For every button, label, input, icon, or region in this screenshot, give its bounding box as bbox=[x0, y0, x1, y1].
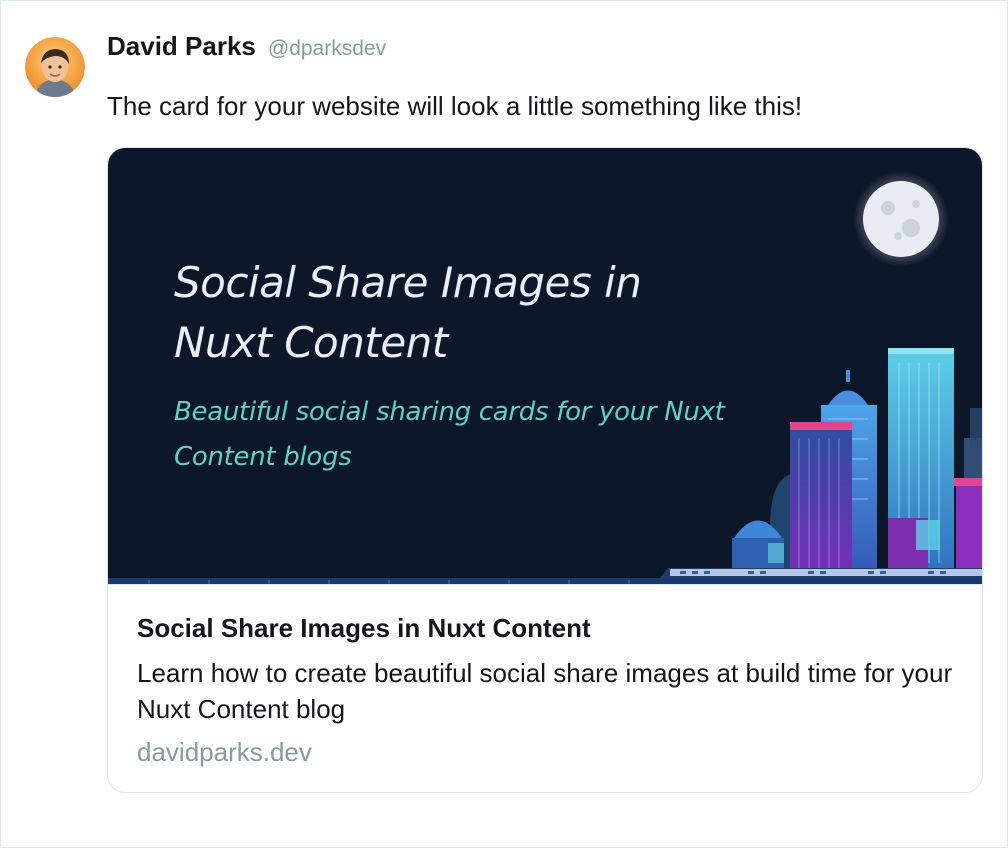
avatar[interactable] bbox=[25, 37, 85, 97]
avatar-image bbox=[25, 37, 85, 97]
card-description: Learn how to create beautiful social sha… bbox=[137, 658, 953, 724]
card-image-subtitle: Beautiful social sharing cards for your … bbox=[174, 397, 725, 472]
author-name[interactable]: David Parks bbox=[107, 31, 256, 62]
tweet: David Parks @dparksdev The card for your… bbox=[0, 0, 1008, 848]
tweet-header: David Parks @dparksdev bbox=[107, 31, 386, 65]
tweet-text: The card for your website will look a li… bbox=[107, 91, 803, 121]
author-handle[interactable]: @dparksdev bbox=[268, 37, 386, 61]
card-title: Social Share Images in Nuxt Content bbox=[137, 613, 591, 643]
card-domain: davidparks.dev bbox=[137, 737, 312, 767]
moon bbox=[863, 181, 939, 257]
link-card[interactable]: Social Share Images in Nuxt Content Beau… bbox=[107, 147, 983, 793]
card-image-title: Social Share Images in Nuxt Content bbox=[174, 258, 642, 367]
card-body: Social Share Images in Nuxt Content Lear… bbox=[108, 584, 982, 792]
card-image: Social Share Images in Nuxt Content Beau… bbox=[108, 148, 982, 584]
